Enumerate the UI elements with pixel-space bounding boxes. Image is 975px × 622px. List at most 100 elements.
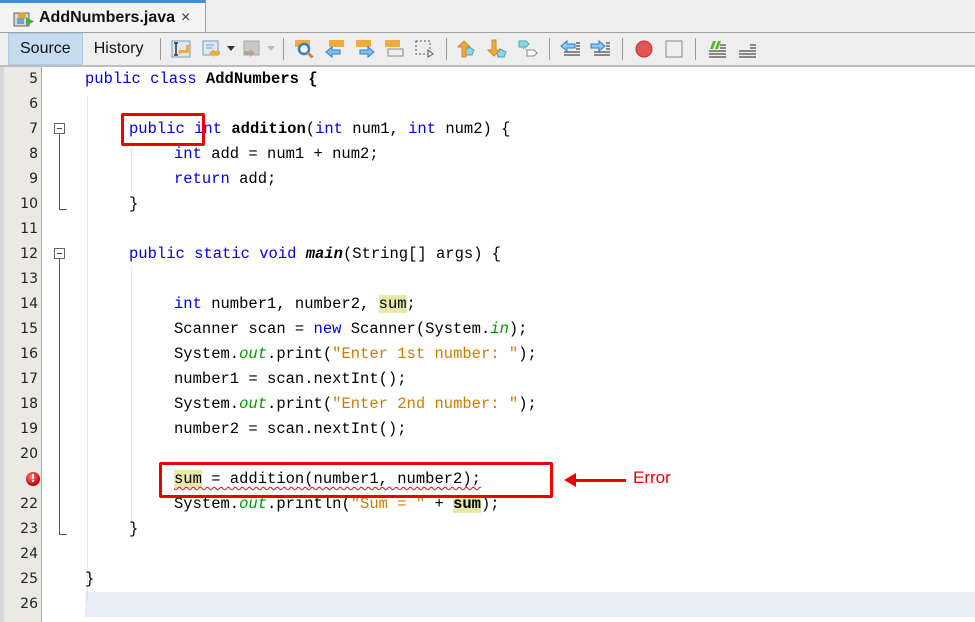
history-tab-button[interactable]: History (83, 33, 155, 65)
editor-toolbar: Source History (0, 33, 975, 67)
code-text: ; (406, 295, 416, 313)
line-number: 10 (20, 196, 38, 212)
fold-end (59, 209, 67, 210)
string-literal: "Enter 2nd number: " (332, 395, 519, 413)
line-number: 5 (29, 71, 38, 87)
toggle-bookmark-icon[interactable] (515, 36, 541, 62)
code-text: ); (508, 320, 528, 338)
forward-icon (239, 36, 265, 62)
line-number: 16 (20, 346, 38, 362)
line-number: 18 (20, 396, 38, 412)
class-name: AddNumbers { (196, 70, 318, 88)
code-line-16: System.out.print("Enter 1st number: "); (174, 342, 537, 367)
static-field: out (239, 395, 268, 413)
fold-line (59, 259, 60, 534)
indent-guide (131, 267, 132, 527)
code-line-14: int number1, number2, sum; (174, 292, 416, 317)
close-tab-button[interactable]: × (181, 9, 190, 27)
editor-tab-strip: AddNumbers.java × (0, 0, 975, 33)
fold-toggle-main[interactable] (54, 248, 65, 259)
keyword: new (313, 320, 342, 338)
error-marker-icon[interactable]: ! (26, 472, 40, 486)
line-number: 14 (20, 296, 38, 312)
toolbar-separator (160, 38, 162, 60)
code-line-8: int add = num1 + num2; (174, 142, 379, 167)
code-editor[interactable]: 5 6 7 8 9 10 11 12 13 14 15 16 17 18 19 … (0, 67, 975, 622)
current-line-highlight (85, 592, 975, 617)
toolbar-separator (549, 38, 551, 60)
code-text: add = num1 + num2; (201, 145, 379, 163)
start-macro-icon[interactable] (631, 36, 657, 62)
line-number: 9 (29, 171, 38, 187)
tab-addnumbers-java[interactable]: AddNumbers.java × (0, 0, 206, 32)
next-bookmark-icon[interactable] (485, 36, 511, 62)
static-field: in (490, 320, 509, 338)
highlighted-variable: sum (378, 295, 407, 313)
find-next-icon[interactable] (352, 36, 378, 62)
line-number: 23 (20, 521, 38, 537)
fold-toggle-addition[interactable] (54, 123, 65, 134)
keyword: public static void (129, 245, 297, 263)
code-text: (String[] args) { (342, 245, 502, 263)
code-line-9: return add; (174, 167, 276, 192)
code-line-23: } (129, 520, 139, 538)
code-line-17: number1 = scan.nextInt(); (174, 370, 407, 388)
line-number: 8 (29, 146, 38, 162)
previous-bookmark-icon[interactable] (455, 36, 481, 62)
code-line-5: public class AddNumbers { (85, 67, 318, 92)
indent-guide (131, 142, 132, 192)
line-number: 25 (20, 571, 38, 587)
method-name: main (305, 245, 343, 263)
line-number: 19 (20, 421, 38, 437)
tab-title: AddNumbers.java (39, 8, 176, 26)
code-text: ( (305, 120, 316, 138)
line-number: 24 (20, 546, 38, 562)
keyword: int (408, 120, 437, 138)
keyword: int (174, 145, 202, 163)
find-icon[interactable] (292, 36, 318, 62)
back-icon[interactable] (199, 36, 225, 62)
code-line-15: Scanner scan = new Scanner(System.in); (174, 317, 527, 342)
method-name: addition (231, 120, 306, 138)
code-line-12: public static void main(String[] args) { (129, 242, 501, 267)
code-text: add; (229, 170, 277, 188)
annotation-box-public (121, 113, 205, 146)
code-text: System. (174, 345, 240, 363)
toolbar-separator (283, 38, 285, 60)
keyword: int (174, 295, 202, 313)
shift-right-icon[interactable] (588, 36, 614, 62)
shift-left-icon[interactable] (558, 36, 584, 62)
line-number: 17 (20, 371, 38, 387)
toggle-highlight-icon[interactable] (382, 36, 408, 62)
line-number: 12 (20, 246, 38, 262)
line-number: 15 (20, 321, 38, 337)
fold-end (59, 534, 67, 535)
line-number: 26 (20, 596, 38, 612)
find-previous-icon[interactable] (322, 36, 348, 62)
code-text: ); (518, 345, 537, 363)
fold-line (59, 134, 60, 209)
code-text: System. (174, 395, 240, 413)
code-line-19: number2 = scan.nextInt(); (174, 420, 407, 438)
forward-dropdown-icon (267, 36, 276, 62)
code-text: num2) { (436, 120, 511, 138)
line-number: 6 (29, 96, 38, 112)
code-line-18: System.out.print("Enter 2nd number: "); (174, 392, 537, 417)
code-text: .print( (267, 345, 333, 363)
keyword: return (174, 170, 230, 188)
line-number: 20 (20, 446, 38, 462)
uncomment-icon[interactable] (734, 36, 760, 62)
toolbar-separator (695, 38, 697, 60)
stop-macro-icon[interactable] (661, 36, 687, 62)
keyword: int (315, 120, 343, 138)
last-edit-icon[interactable] (169, 36, 195, 62)
code-text: ); (518, 395, 537, 413)
keyword: public class (85, 70, 197, 88)
line-number: 7 (29, 121, 38, 137)
toggle-rect-select-icon[interactable] (412, 36, 438, 62)
source-tab-button[interactable]: Source (8, 33, 83, 65)
back-dropdown-icon[interactable] (227, 36, 236, 62)
fold-margin (42, 67, 80, 622)
code-text: Scanner(System. (341, 320, 491, 338)
comment-icon[interactable] (704, 36, 730, 62)
